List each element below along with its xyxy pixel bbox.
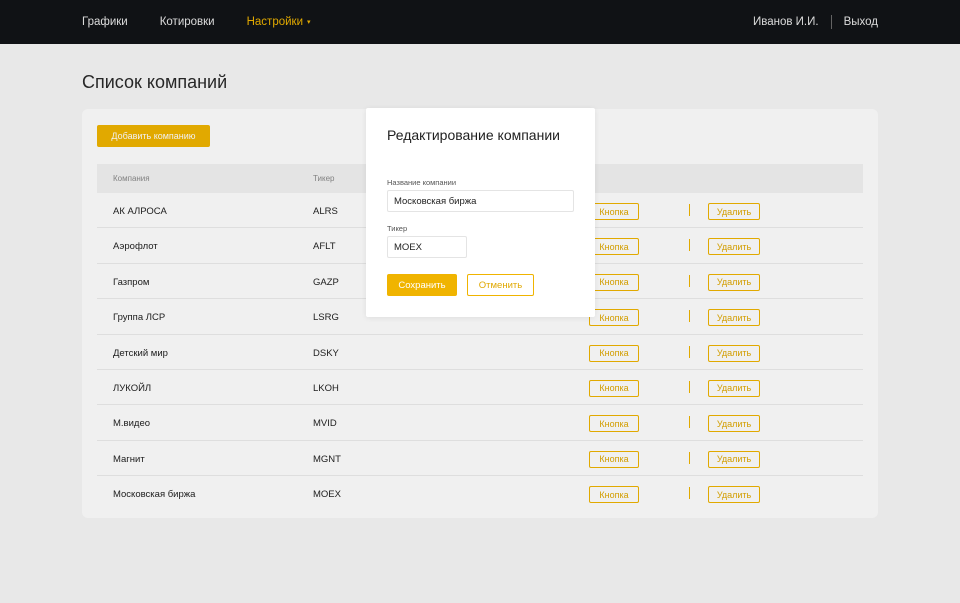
company-name-input[interactable] [387, 190, 574, 212]
ticker-input[interactable] [387, 236, 467, 258]
save-button[interactable]: Сохранить [387, 274, 457, 296]
cancel-button[interactable]: Отменить [467, 274, 534, 296]
ticker-label: Тикер [387, 224, 408, 233]
modal-title: Редактирование компании [387, 127, 560, 143]
edit-company-modal: Редактирование компании Название компани… [366, 108, 595, 317]
company-name-label: Название компании [387, 178, 457, 187]
